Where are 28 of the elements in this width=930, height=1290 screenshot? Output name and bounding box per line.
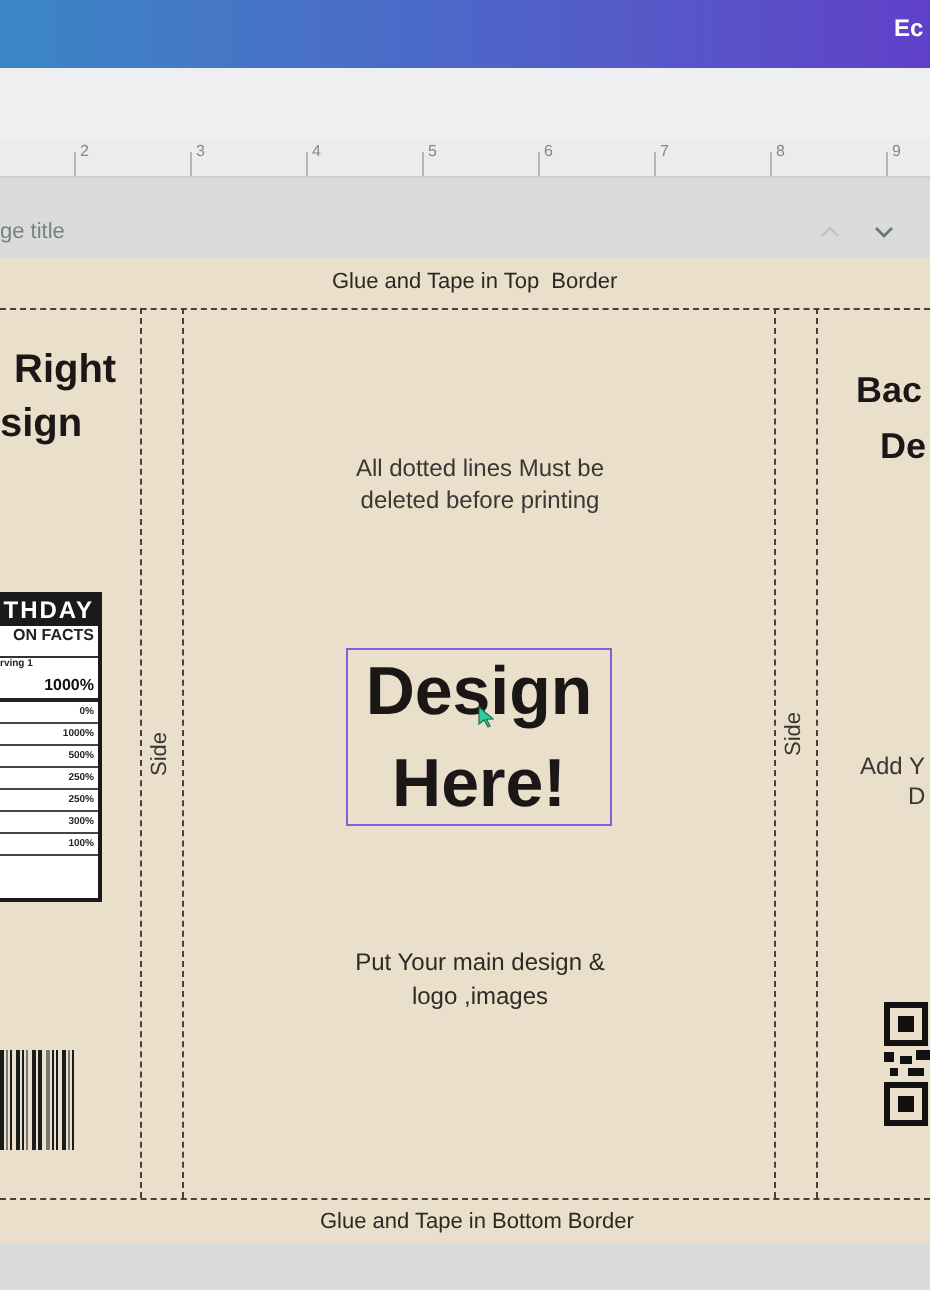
barcode-icon (0, 1050, 78, 1150)
panel-title: Right (14, 346, 117, 394)
ruler-number: 6 (544, 142, 553, 162)
panel-note: Add Y (860, 752, 925, 782)
total-value: 1000% (0, 672, 98, 702)
top-border-note: Glue and Tape in Top Border (332, 268, 618, 296)
header-button[interactable]: Ec (894, 10, 924, 46)
ruler-number: 2 (80, 142, 89, 162)
side-label: Side (148, 731, 173, 777)
panel-title: Bac (856, 368, 923, 412)
bottom-border-note: Glue and Tape in Bottom Border (320, 1208, 634, 1236)
design-note: Put Your main design & logo ,images (353, 946, 607, 1014)
panel-title: sign (0, 400, 83, 448)
label-subtitle: ON FACTS (11, 626, 96, 646)
label-title: THDAY (0, 596, 98, 626)
chevron-down-icon[interactable] (874, 226, 894, 238)
ruler-number: 3 (196, 142, 205, 162)
headline-text[interactable]: Design Here! (346, 648, 612, 826)
ruler-number: 7 (660, 142, 669, 162)
ruler-number: 5 (428, 142, 437, 162)
panel-title: De (880, 424, 927, 468)
panel-note: D (908, 782, 926, 812)
side-label: Side (782, 711, 807, 757)
ruler-number: 8 (776, 142, 785, 162)
ruler-number: 9 (892, 142, 901, 162)
cursor-icon (478, 706, 494, 728)
instruction-text: All dotted lines Must be deleted before printing (353, 452, 607, 516)
ruler-number: 4 (312, 142, 321, 162)
